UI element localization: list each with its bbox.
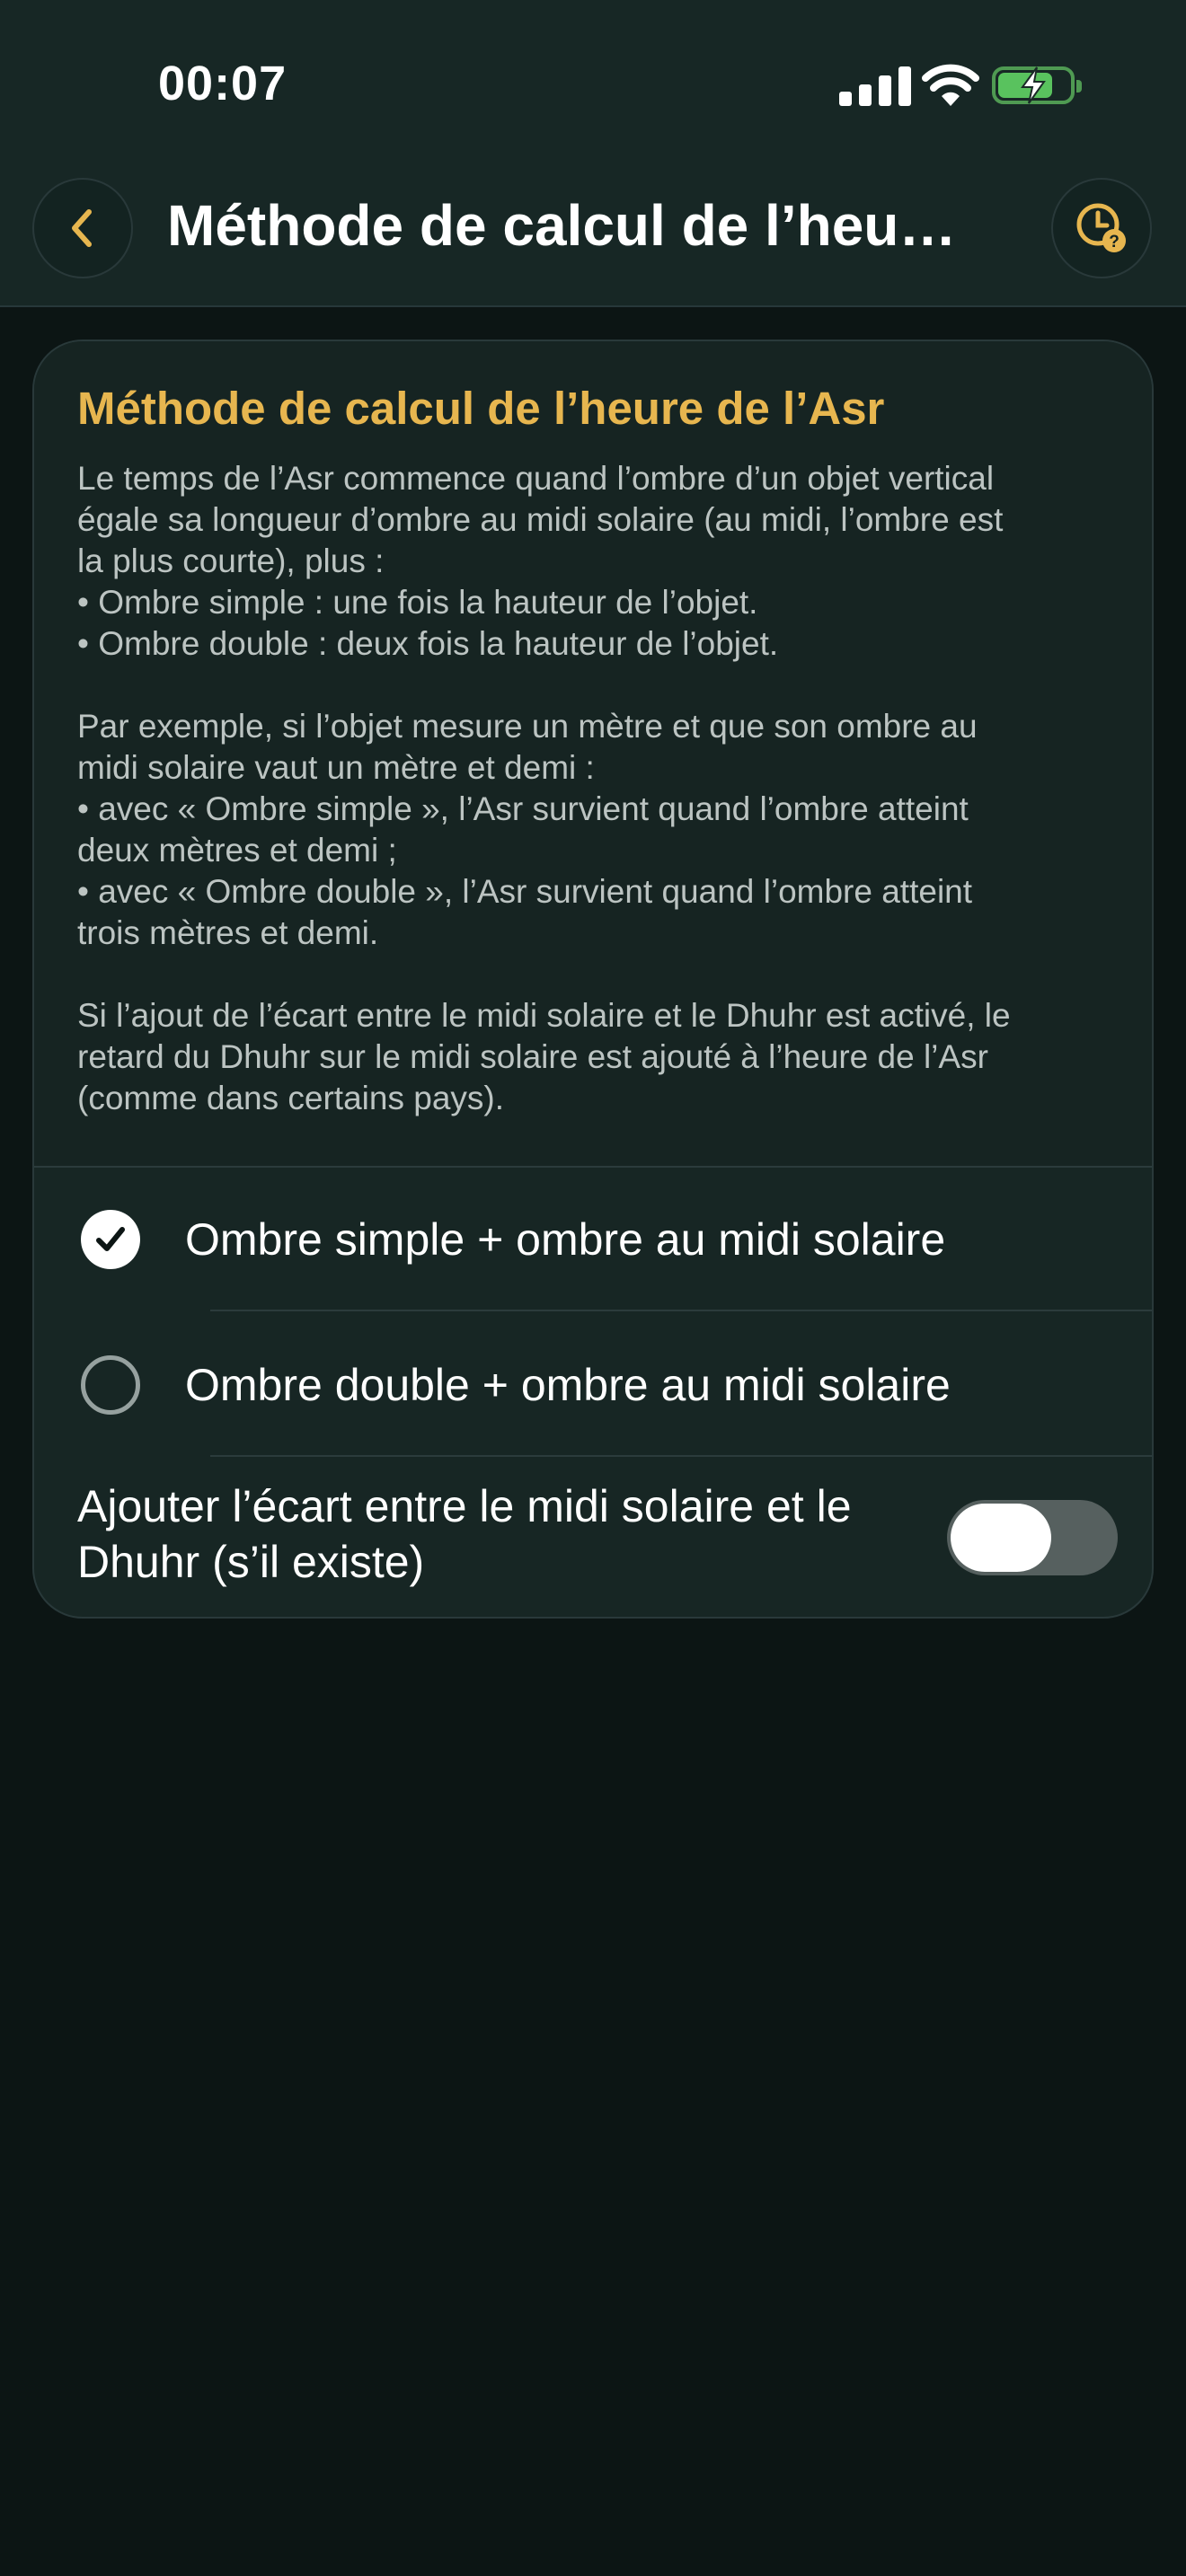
chevron-left-icon: [72, 209, 92, 247]
status-time: 00:07: [158, 57, 288, 110]
radio-checked-icon: [81, 1210, 140, 1269]
toggle-label: Ajouter l’écart entre le midi solaire et…: [77, 1481, 852, 1587]
divider: [210, 1310, 1152, 1311]
section-description: Le temps de l’Asr commence quand l’ombre…: [77, 460, 1011, 1116]
radio-unchecked-icon: [81, 1355, 140, 1415]
back-button[interactable]: [32, 178, 133, 278]
dhuhr-offset-toggle[interactable]: [947, 1500, 1118, 1575]
cellular-signal-icon: [839, 65, 915, 106]
option-label: Ombre double + ombre au midi solaire: [185, 1360, 951, 1410]
dhuhr-offset-row: Ajouter l’écart entre le midi solaire et…: [34, 1457, 1152, 1617]
option-single-shadow[interactable]: Ombre simple + ombre au midi solaire: [34, 1168, 1152, 1311]
asr-settings-card: Méthode de calcul de l’heure de l’Asr Le…: [32, 340, 1154, 1619]
section-title: Méthode de calcul de l’heure de l’Asr: [77, 383, 885, 434]
option-label: Ombre simple + ombre au midi solaire: [185, 1214, 946, 1265]
svg-text:?: ?: [1109, 233, 1120, 251]
battery-charging-icon: [992, 66, 1082, 104]
clock-question-icon: ?: [1076, 203, 1126, 252]
top-bar: 00:07 Méthode de calcul de l’heu… ?: [0, 0, 1186, 307]
help-button[interactable]: ?: [1051, 178, 1152, 278]
option-double-shadow[interactable]: Ombre double + ombre au midi solaire: [34, 1313, 1152, 1457]
info-section: Méthode de calcul de l’heure de l’Asr Le…: [34, 341, 1152, 1168]
page-title: Méthode de calcul de l’heu…: [167, 193, 957, 258]
wifi-icon: [922, 64, 979, 106]
toggle-knob: [951, 1504, 1051, 1572]
